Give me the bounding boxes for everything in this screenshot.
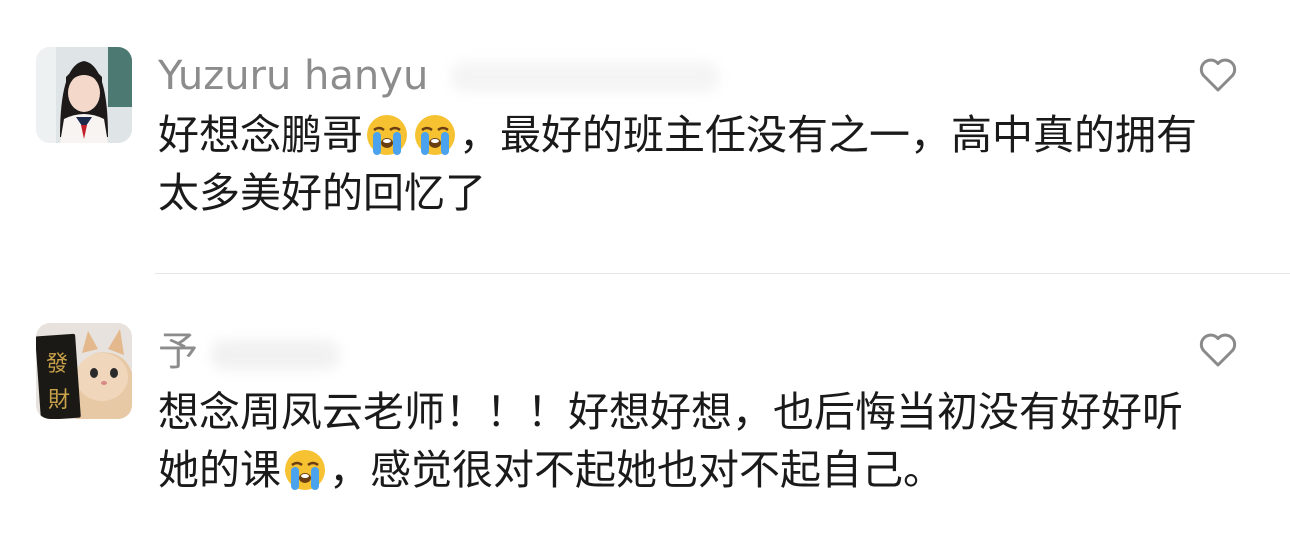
like-button[interactable] [1198,332,1238,368]
loudly-crying-face-icon [413,113,457,157]
username[interactable]: Yuzuru hanyu [158,56,428,96]
loudly-crying-face-icon [365,113,409,157]
comment-text-part: 好想念鹏哥 [158,111,363,159]
comment-item: 發 財 予 想念周凤云老师！！！好想好想，也后悔当初没有好好听她的课 ，感觉很对不… [0,275,1290,546]
comment-text: 好想念鹏哥 ，最好的班主任没有之一，高中真的拥有太多美好的回忆了 [158,106,1198,222]
divider [155,273,1290,274]
avatar[interactable] [36,47,132,143]
comment-text-part: ，感觉很对不起她也对不起自己。 [329,446,944,494]
like-button[interactable] [1198,57,1238,93]
username[interactable]: 予 [158,332,198,372]
avatar[interactable]: 發 財 [36,323,132,419]
comment-text: 想念周凤云老师！！！好想好想，也后悔当初没有好好听她的课 ，感觉很对不起她也对不起… [158,383,1198,499]
comment-item: Yuzuru hanyu 好想念鹏哥 ，最好的班主任没有之一，高中真的拥有太多美好… [0,0,1290,273]
heart-outline-icon [1199,58,1237,92]
svg-text:財: 財 [48,388,70,413]
redacted-username-suffix [450,62,720,92]
heart-outline-icon [1199,333,1237,367]
redacted-username-suffix [210,340,340,370]
svg-text:發: 發 [46,352,68,377]
loudly-crying-face-icon [283,448,327,492]
